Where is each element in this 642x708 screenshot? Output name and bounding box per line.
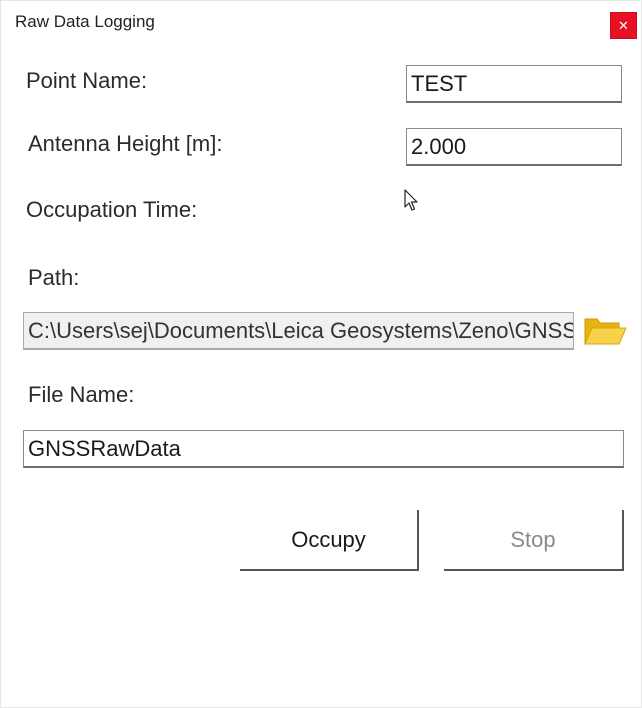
stop-button[interactable]: Stop: [444, 510, 624, 571]
window-title: Raw Data Logging: [15, 12, 155, 31]
path-input[interactable]: [23, 312, 574, 350]
title-bar[interactable]: Raw Data Logging ✕: [1, 1, 641, 45]
folder-open-icon[interactable]: [583, 314, 627, 348]
path-label: Path:: [28, 265, 80, 290]
point-name-input[interactable]: [406, 65, 622, 103]
antenna-height-label: Antenna Height [m]:: [28, 131, 223, 156]
mouse-pointer-icon: [404, 189, 418, 211]
file-name-label: File Name:: [28, 382, 135, 407]
raw-data-logging-dialog: Raw Data Logging ✕ Point Name: Antenna H…: [0, 0, 642, 708]
occupy-button[interactable]: Occupy: [240, 510, 419, 571]
close-button[interactable]: ✕: [610, 12, 637, 39]
point-name-label: Point Name:: [26, 68, 148, 93]
close-icon: ✕: [618, 18, 629, 33]
antenna-height-input[interactable]: [406, 128, 622, 166]
occupation-time-label: Occupation Time:: [26, 197, 198, 222]
file-name-input[interactable]: [23, 430, 624, 468]
